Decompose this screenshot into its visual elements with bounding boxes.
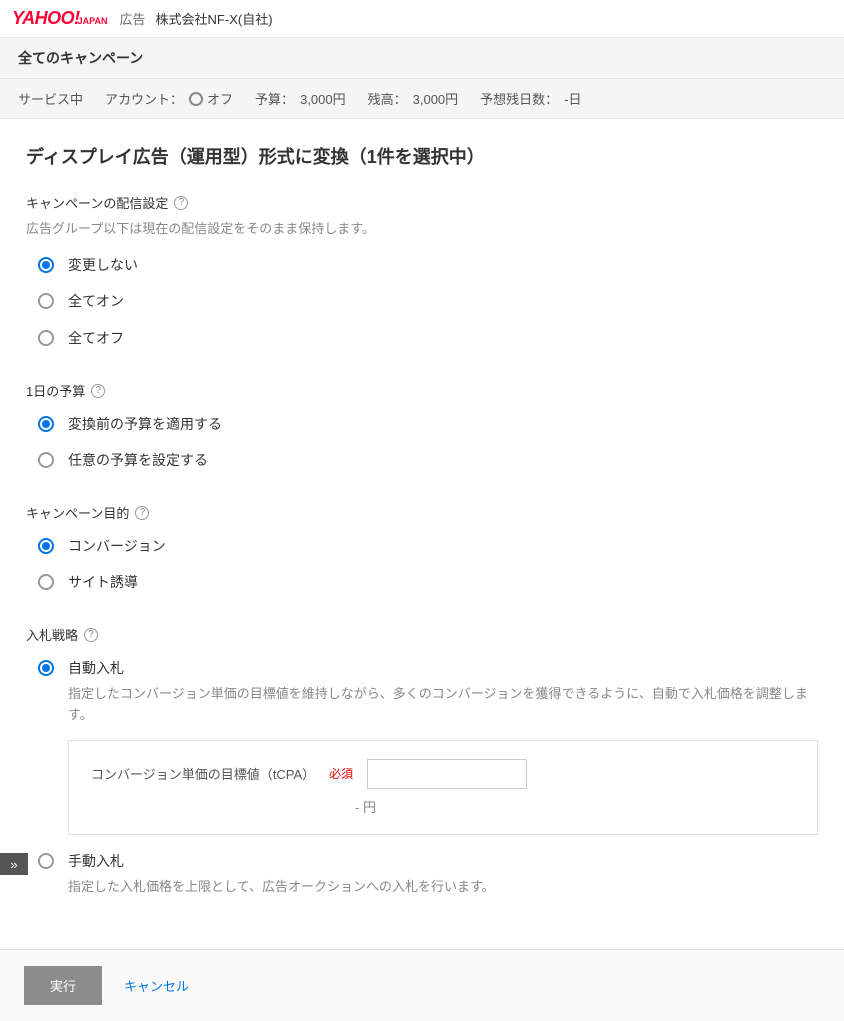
circle-icon (189, 92, 203, 106)
radio-label: 全てオフ (68, 330, 124, 346)
purpose-section: キャンペーン目的 ? コンバージョン サイト誘導 (26, 503, 818, 601)
radio-label: 手動入札 (68, 853, 124, 869)
tcpa-input[interactable] (367, 759, 527, 789)
delivery-desc: 広告グループ以下は現在の配信設定をそのまま保持します。 (26, 218, 818, 237)
account-status: アカウント： オフ (105, 89, 233, 108)
delivery-radio-all-off[interactable]: 全てオフ (38, 320, 818, 357)
budget-radio-apply-prev[interactable]: 変換前の予算を適用する (38, 406, 818, 442)
bidding-section-label: 入札戦略 (26, 625, 78, 644)
balance-status: 残高： 3,000円 (368, 89, 459, 108)
days-value: -日 (564, 89, 581, 108)
budget-value: 3,000円 (300, 89, 346, 108)
bidding-radio-auto[interactable]: 自動入札 指定したコンバージョン単価の目標値を維持しながら、多くのコンバージョン… (38, 650, 818, 843)
radio-icon (38, 660, 54, 676)
page-title: ディスプレイ広告（運用型）形式に変換（1件を選択中） (26, 143, 818, 169)
logo-main-text: YAHOO! (12, 8, 80, 29)
breadcrumb-title: 全てのキャンペーン (18, 50, 143, 66)
logo-ad-text: 広告 (120, 9, 146, 28)
bidding-label-row: 入札戦略 ? (26, 625, 818, 644)
help-icon[interactable]: ? (84, 628, 98, 642)
radio-icon (38, 330, 54, 346)
budget-section: 1日の予算 ? 変換前の予算を適用する 任意の予算を設定する (26, 381, 818, 479)
delivery-label-row: キャンペーンの配信設定 ? (26, 193, 818, 212)
logo-sub-text: JAPAN (78, 16, 108, 26)
purpose-radio-site-visit[interactable]: サイト誘導 (38, 564, 818, 601)
radio-icon (38, 452, 54, 468)
purpose-radio-group: コンバージョン サイト誘導 (26, 528, 818, 601)
budget-section-label: 1日の予算 (26, 381, 85, 400)
help-icon[interactable]: ? (135, 506, 149, 520)
radio-label: コンバージョン (68, 538, 166, 554)
budget-label-row: 1日の予算 ? (26, 381, 818, 400)
service-status-text: サービス中 (18, 89, 83, 108)
submit-button[interactable]: 実行 (24, 966, 102, 1005)
radio-icon (38, 416, 54, 432)
cancel-button[interactable]: キャンセル (124, 976, 189, 995)
status-bar: サービス中 アカウント： オフ 予算： 3,000円 残高： 3,000円 予想… (0, 79, 844, 119)
account-toggle[interactable]: オフ (189, 89, 233, 108)
app-header: YAHOO! JAPAN 広告 株式会社NF-X(自社) (0, 0, 844, 38)
breadcrumb-bar: 全てのキャンペーン (0, 38, 844, 79)
account-label: アカウント： (105, 89, 183, 108)
tcpa-label: コンバージョン単価の目標値（tCPA） (91, 764, 315, 783)
radio-icon (38, 538, 54, 554)
bidding-section: 入札戦略 ? 自動入札 指定したコンバージョン単価の目標値を維持しながら、多くの… (26, 625, 818, 905)
delivery-radio-group: 変更しない 全てオン 全てオフ (26, 247, 818, 357)
service-status: サービス中 (18, 89, 83, 108)
radio-icon (38, 293, 54, 309)
radio-label: 全てオン (68, 293, 124, 309)
bidding-radio-manual[interactable]: 手動入札 指定した入札価格を上限として、広告オークションへの入札を行います。 (38, 843, 818, 906)
days-label: 予想残日数： (480, 89, 558, 108)
budget-radio-set-custom[interactable]: 任意の予算を設定する (38, 442, 818, 479)
account-state-text: オフ (207, 89, 233, 108)
bidding-auto-desc: 指定したコンバージョン単価の目標値を維持しながら、多くのコンバージョンを獲得でき… (68, 684, 818, 726)
radio-icon (38, 574, 54, 590)
company-name: 株式会社NF-X(自社) (156, 9, 273, 28)
footer-bar: 実行 キャンセル (0, 949, 844, 1021)
balance-label: 残高： (368, 89, 407, 108)
balance-value: 3,000円 (413, 89, 459, 108)
bidding-radio-group: 自動入札 指定したコンバージョン単価の目標値を維持しながら、多くのコンバージョン… (26, 650, 818, 905)
days-status: 予想残日数： -日 (480, 89, 581, 108)
budget-label: 予算： (255, 89, 294, 108)
required-badge: 必須 (329, 765, 353, 782)
tcpa-unit: - 円 (91, 797, 795, 816)
radio-icon (38, 257, 54, 273)
main-content: ディスプレイ広告（運用型）形式に変換（1件を選択中） キャンペーンの配信設定 ?… (0, 119, 844, 949)
budget-status: 予算： 3,000円 (255, 89, 346, 108)
tcpa-panel: コンバージョン単価の目標値（tCPA） 必須 - 円 (68, 740, 818, 835)
expand-tab[interactable]: » (0, 853, 28, 875)
purpose-label-row: キャンペーン目的 ? (26, 503, 818, 522)
bidding-manual-desc: 指定した入札価格を上限として、広告オークションへの入札を行います。 (68, 877, 818, 898)
budget-radio-group: 変換前の予算を適用する 任意の予算を設定する (26, 406, 818, 479)
delivery-section: キャンペーンの配信設定 ? 広告グループ以下は現在の配信設定をそのまま保持します… (26, 193, 818, 357)
delivery-radio-all-on[interactable]: 全てオン (38, 283, 818, 320)
delivery-radio-no-change[interactable]: 変更しない (38, 247, 818, 283)
purpose-section-label: キャンペーン目的 (26, 503, 129, 522)
radio-label: 任意の予算を設定する (68, 452, 208, 468)
yahoo-logo: YAHOO! JAPAN (12, 8, 108, 29)
purpose-radio-conversion[interactable]: コンバージョン (38, 528, 818, 564)
help-icon[interactable]: ? (174, 196, 188, 210)
radio-label: 自動入札 (68, 660, 124, 676)
chevrons-icon: » (10, 857, 17, 872)
help-icon[interactable]: ? (91, 384, 105, 398)
radio-label: サイト誘導 (68, 574, 138, 590)
delivery-label: キャンペーンの配信設定 (26, 193, 168, 212)
radio-label: 変更しない (68, 257, 138, 273)
radio-label: 変換前の予算を適用する (68, 416, 222, 432)
tcpa-row: コンバージョン単価の目標値（tCPA） 必須 (91, 759, 795, 789)
radio-icon (38, 853, 54, 869)
